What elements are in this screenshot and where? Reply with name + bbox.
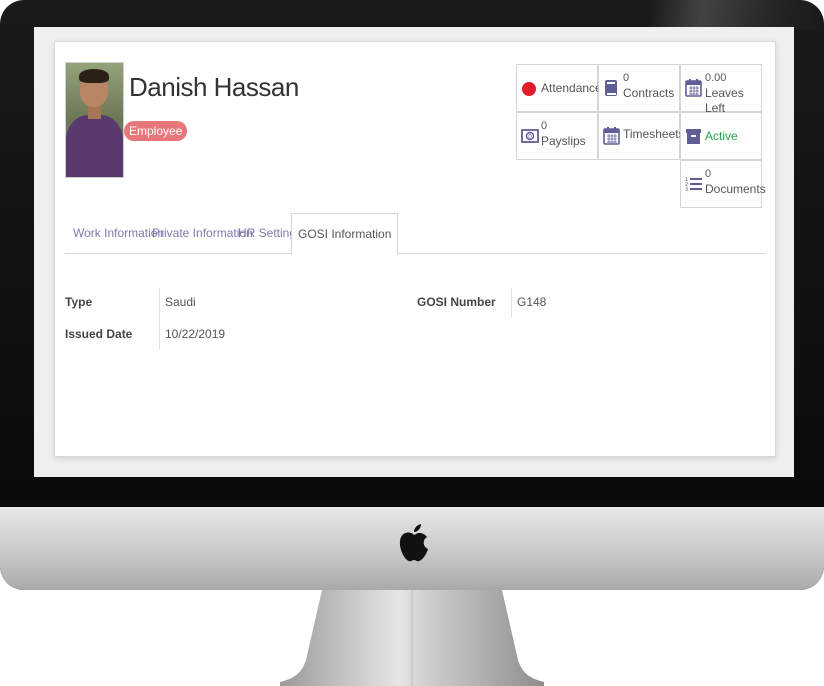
contracts-count: 0 — [623, 72, 630, 84]
type-value[interactable]: Saudi — [165, 295, 196, 309]
field-divider — [159, 288, 160, 350]
screen: Danish Hassan Employee Attendance 0 Cont… — [34, 27, 794, 477]
issued-date-label: Issued Date — [65, 327, 133, 341]
tab-gosi-information[interactable]: GOSI Information — [291, 213, 399, 255]
calendar-icon — [685, 79, 702, 97]
attendance-label: Attendance — [541, 81, 602, 95]
gosi-number-value[interactable]: G148 — [517, 295, 546, 309]
archive-icon — [686, 129, 701, 144]
apple-logo-icon — [399, 524, 428, 562]
payslips-button[interactable]: 0 0 Payslips — [516, 112, 598, 160]
documents-label: Documents — [705, 182, 766, 196]
book-icon — [605, 80, 617, 96]
active-toggle-button[interactable]: Active — [680, 112, 762, 160]
employee-photo[interactable] — [65, 62, 124, 178]
payslips-label: Payslips — [541, 134, 586, 148]
contracts-button[interactable]: 0 Contracts — [598, 64, 680, 112]
list-icon: 1 2 3 — [685, 177, 702, 193]
svg-text:0: 0 — [528, 134, 532, 141]
bezel-glare — [650, 0, 824, 30]
leaves-left-button[interactable]: 0.00 Leaves Left — [680, 64, 762, 115]
payslips-count: 0 — [541, 120, 548, 132]
circle-icon — [522, 82, 536, 96]
issued-date-value[interactable]: 10/22/2019 — [165, 327, 225, 341]
employee-form-sheet: Danish Hassan Employee Attendance 0 Cont… — [54, 41, 776, 457]
calendar-icon — [603, 127, 620, 145]
money-icon: 0 — [521, 129, 539, 143]
employee-name: Danish Hassan — [129, 72, 299, 102]
documents-count: 0 — [705, 168, 712, 180]
contracts-label: Contracts — [623, 86, 675, 100]
type-label: Type — [65, 295, 93, 309]
active-label: Active — [705, 129, 738, 143]
monitor-frame: Danish Hassan Employee Attendance 0 Cont… — [0, 0, 824, 590]
timesheets-button[interactable]: Timesheets — [598, 112, 685, 160]
notebook-tabs: Work Information Private Information HR … — [65, 213, 765, 255]
gosi-number-label: GOSI Number — [417, 295, 496, 309]
documents-button[interactable]: 1 2 3 0 Documents — [680, 160, 766, 208]
employee-tag-badge[interactable]: Employee — [124, 121, 188, 141]
leaves-count: 0.00 — [705, 72, 727, 84]
monitor-stand — [280, 590, 544, 686]
attendance-button[interactable]: Attendance — [516, 64, 602, 112]
svg-text:3: 3 — [685, 187, 688, 193]
field-divider — [511, 288, 512, 318]
timesheets-label: Timesheets — [623, 127, 685, 141]
